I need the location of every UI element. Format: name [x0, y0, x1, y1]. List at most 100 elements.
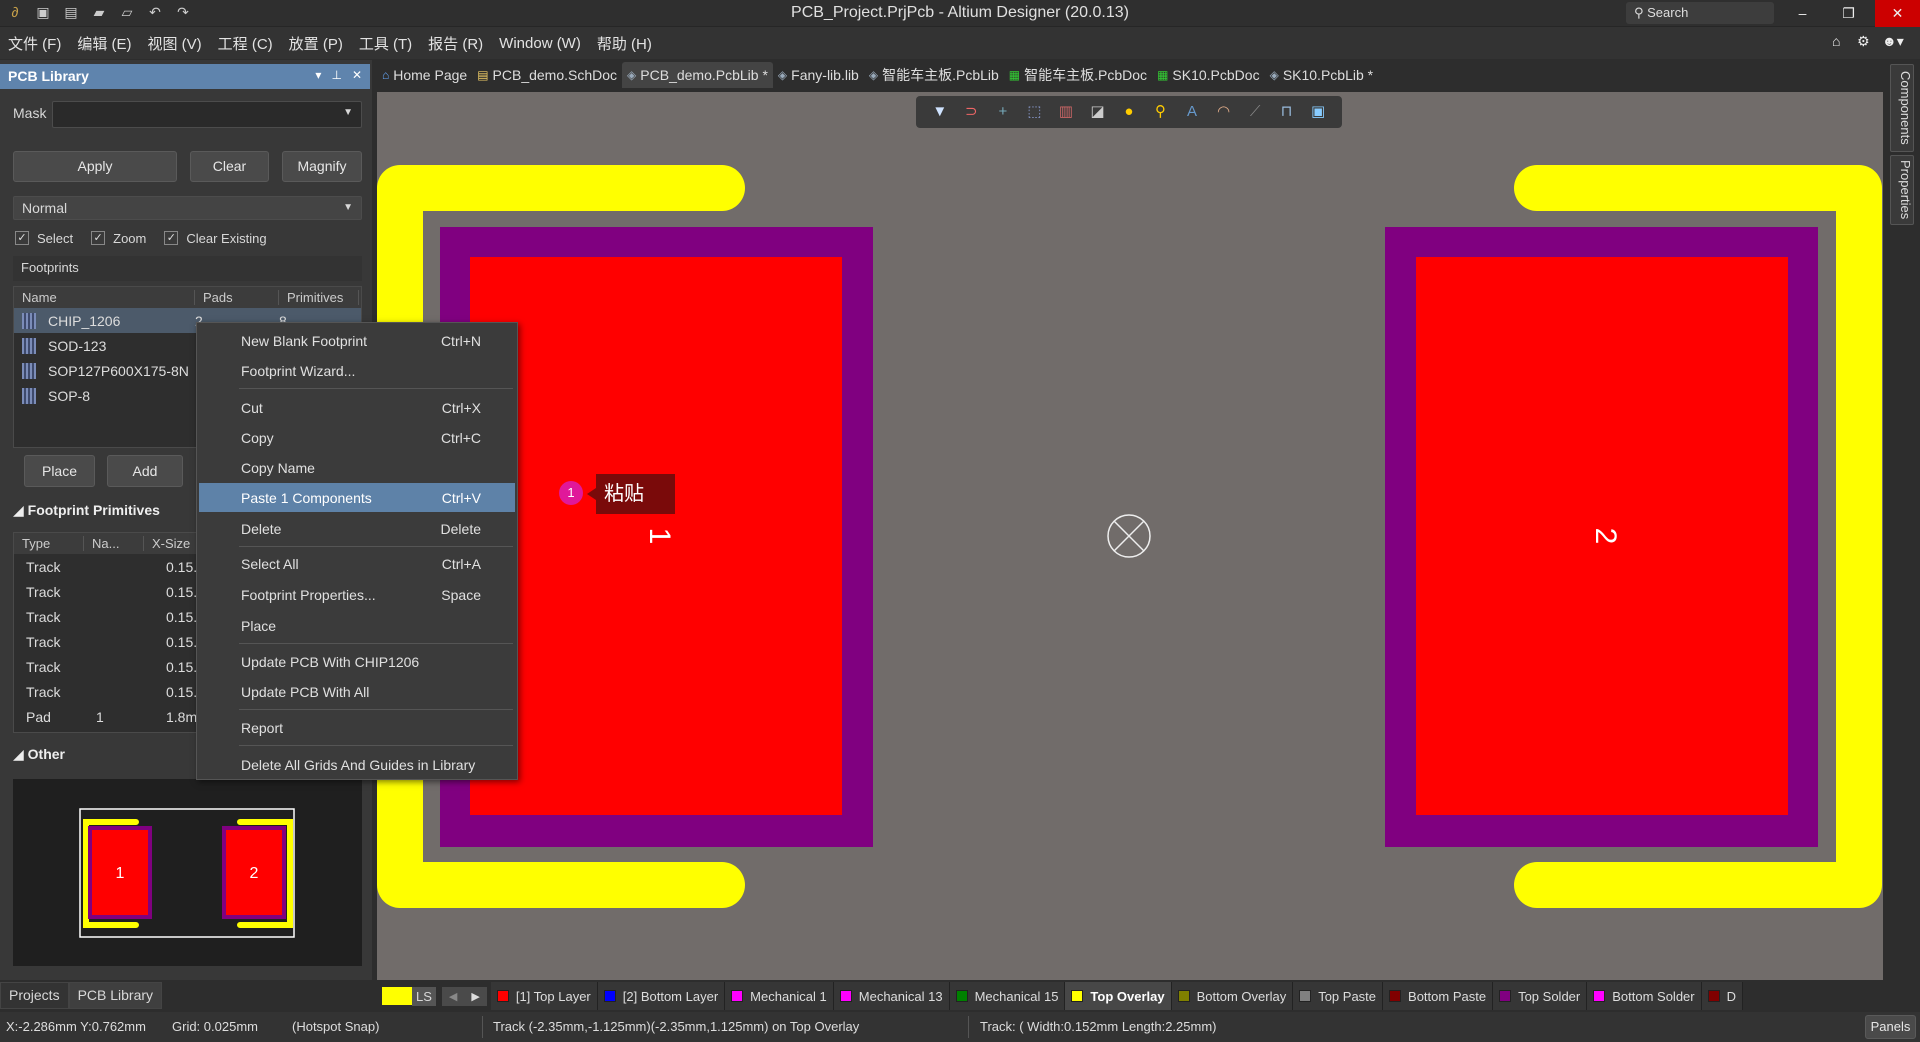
- primitive-cell: Track: [26, 633, 61, 650]
- layer-tab[interactable]: Bottom Paste: [1383, 982, 1494, 1010]
- text-icon[interactable]: A: [1181, 101, 1203, 123]
- filter-mode-select[interactable]: Normal ▼: [13, 196, 362, 220]
- column-header[interactable]: Name: [14, 290, 195, 305]
- column-header[interactable]: Na...: [84, 536, 144, 551]
- layer-tab[interactable]: D: [1701, 982, 1743, 1010]
- document-tab[interactable]: ▦ 智能车主板.PcbDoc: [1004, 60, 1152, 90]
- context-menu-item[interactable]: Select All Ctrl+A: [199, 549, 515, 578]
- via-icon[interactable]: ⚲: [1149, 101, 1171, 123]
- properties-panel-tab[interactable]: Properties: [1890, 155, 1914, 225]
- settings-icon[interactable]: ⚙: [1857, 33, 1870, 50]
- layer-tab[interactable]: Top Paste: [1293, 982, 1384, 1010]
- document-tab[interactable]: ▦ SK10.PcbDoc: [1152, 62, 1265, 88]
- document-tab[interactable]: ◈ PCB_demo.PcbLib *: [622, 62, 773, 88]
- restore-button[interactable]: ❐: [1826, 0, 1871, 27]
- checkbox-box[interactable]: ✓: [164, 231, 179, 245]
- document-tab[interactable]: ⌂ Home Page: [377, 62, 472, 88]
- search-input[interactable]: ⚲ Search: [1626, 2, 1774, 24]
- context-menu-item[interactable]: Copy Name: [199, 453, 515, 482]
- context-menu-item[interactable]: Paste 1 Components Ctrl+V: [199, 483, 515, 512]
- menu-item[interactable]: 工程 (C): [218, 33, 273, 54]
- layer-tab[interactable]: Mechanical 1: [725, 982, 834, 1010]
- checkbox-box[interactable]: ✓: [15, 231, 29, 245]
- context-menu-item[interactable]: Update PCB With All: [199, 677, 515, 706]
- route-icon[interactable]: ⊃: [960, 101, 982, 123]
- mask-input[interactable]: ▼: [52, 101, 362, 128]
- checkbox-box[interactable]: ✓: [91, 231, 106, 245]
- context-menu-item[interactable]: Footprint Properties... Space: [199, 580, 515, 609]
- checkbox-clear-existing[interactable]: ✓ Clear Existing: [164, 231, 267, 246]
- minimize-button[interactable]: –: [1780, 0, 1825, 27]
- layer-tab[interactable]: Mechanical 15: [949, 982, 1066, 1010]
- area-icon[interactable]: ▣: [1307, 101, 1329, 123]
- close-button[interactable]: ✕: [1875, 0, 1920, 27]
- column-header[interactable]: Primitives: [279, 290, 359, 305]
- add-button[interactable]: Add: [107, 455, 183, 487]
- panels-button[interactable]: Panels: [1865, 1015, 1916, 1039]
- arc-icon[interactable]: ◠: [1213, 101, 1235, 123]
- layer-tab[interactable]: Bottom Overlay: [1171, 982, 1294, 1010]
- pad-icon[interactable]: ●: [1118, 101, 1140, 123]
- context-menu-item[interactable]: Delete Delete: [199, 514, 515, 543]
- layer-tab[interactable]: [1] Top Layer: [490, 982, 598, 1010]
- current-layer-swatch[interactable]: [382, 987, 412, 1005]
- context-menu-item[interactable]: Footprint Wizard...: [199, 356, 515, 385]
- menu-item[interactable]: 工具 (T): [359, 33, 412, 54]
- menu-item-shortcut: Ctrl+N: [440, 332, 481, 349]
- footprint-primitives-section[interactable]: ◢ Footprint Primitives: [13, 502, 160, 519]
- apply-button[interactable]: Apply: [13, 151, 177, 182]
- place-button[interactable]: Place: [24, 455, 95, 487]
- scroll-right-button[interactable]: ▶: [464, 986, 487, 1006]
- line-icon[interactable]: ⟋: [1244, 101, 1266, 123]
- context-menu-item[interactable]: New Blank Footprint Ctrl+N: [199, 326, 515, 355]
- panel-menu-icon[interactable]: ▾: [315, 68, 321, 82]
- column-header[interactable]: Pads: [195, 290, 279, 305]
- components-panel-tab[interactable]: Components: [1890, 64, 1914, 152]
- menu-item[interactable]: 视图 (V): [148, 33, 202, 54]
- checkbox-zoom[interactable]: ✓ Zoom: [91, 231, 146, 246]
- document-tab[interactable]: ◈ Fany-lib.lib: [773, 62, 864, 88]
- menu-item[interactable]: 帮助 (H): [597, 33, 652, 54]
- panel-tab[interactable]: PCB Library: [68, 982, 163, 1009]
- grid-size: Grid: 0.025mm: [172, 1019, 258, 1034]
- context-menu-item[interactable]: Place: [199, 611, 515, 640]
- panel-close-icon[interactable]: ✕: [352, 68, 362, 82]
- pin-icon[interactable]: ⊥: [331, 68, 341, 82]
- scroll-left-button[interactable]: ◀: [441, 986, 465, 1006]
- context-menu-item[interactable]: Report: [199, 713, 515, 742]
- select-rect-icon[interactable]: ⬚: [1023, 101, 1045, 123]
- layer-tab[interactable]: Top Overlay: [1065, 982, 1172, 1010]
- layer-tab[interactable]: [2] Bottom Layer: [597, 982, 726, 1010]
- layer-color-swatch: [1593, 990, 1606, 1002]
- menu-item[interactable]: 放置 (P): [289, 33, 343, 54]
- context-menu-item[interactable]: Delete All Grids And Guides in Library: [199, 750, 515, 779]
- crosshair-icon[interactable]: +: [992, 101, 1014, 123]
- home-icon[interactable]: ⌂: [1832, 33, 1840, 49]
- magnify-button[interactable]: Magnify: [282, 151, 362, 182]
- context-menu-item[interactable]: Cut Ctrl+X: [199, 393, 515, 422]
- account-icon[interactable]: ☻▾: [1882, 33, 1904, 50]
- menu-item[interactable]: 文件 (F): [8, 33, 61, 54]
- menu-item[interactable]: 编辑 (E): [77, 33, 131, 54]
- document-tab[interactable]: ◈ 智能车主板.PcbLib: [864, 60, 1004, 90]
- document-tab[interactable]: ◈ SK10.PcbLib *: [1265, 62, 1379, 88]
- pcb-canvas[interactable]: 1 2: [377, 92, 1883, 980]
- component-icon[interactable]: ◪: [1086, 101, 1108, 123]
- clear-button[interactable]: Clear: [190, 151, 269, 182]
- context-menu-item[interactable]: Copy Ctrl+C: [199, 423, 515, 452]
- layer-set-button[interactable]: LS: [412, 986, 436, 1006]
- document-tab[interactable]: ▤ PCB_demo.SchDoc: [472, 62, 622, 88]
- layer-tab[interactable]: Top Solder: [1493, 982, 1588, 1010]
- checkbox-select[interactable]: ✓ Select: [15, 231, 73, 246]
- column-header[interactable]: Type: [14, 536, 84, 551]
- align-icon[interactable]: ▥: [1055, 101, 1077, 123]
- menu-item[interactable]: Window (W): [499, 35, 581, 52]
- menu-item[interactable]: 报告 (R): [428, 33, 483, 54]
- filter-icon[interactable]: ▼: [929, 101, 951, 123]
- other-section[interactable]: ◢ Other: [13, 746, 65, 763]
- layer-tab[interactable]: Mechanical 13: [833, 982, 950, 1010]
- layer-tab[interactable]: Bottom Solder: [1587, 982, 1702, 1010]
- context-menu-item[interactable]: Update PCB With CHIP1206: [199, 647, 515, 676]
- panel-tab[interactable]: Projects: [0, 982, 69, 1009]
- dimension-icon[interactable]: ⊓: [1276, 101, 1298, 123]
